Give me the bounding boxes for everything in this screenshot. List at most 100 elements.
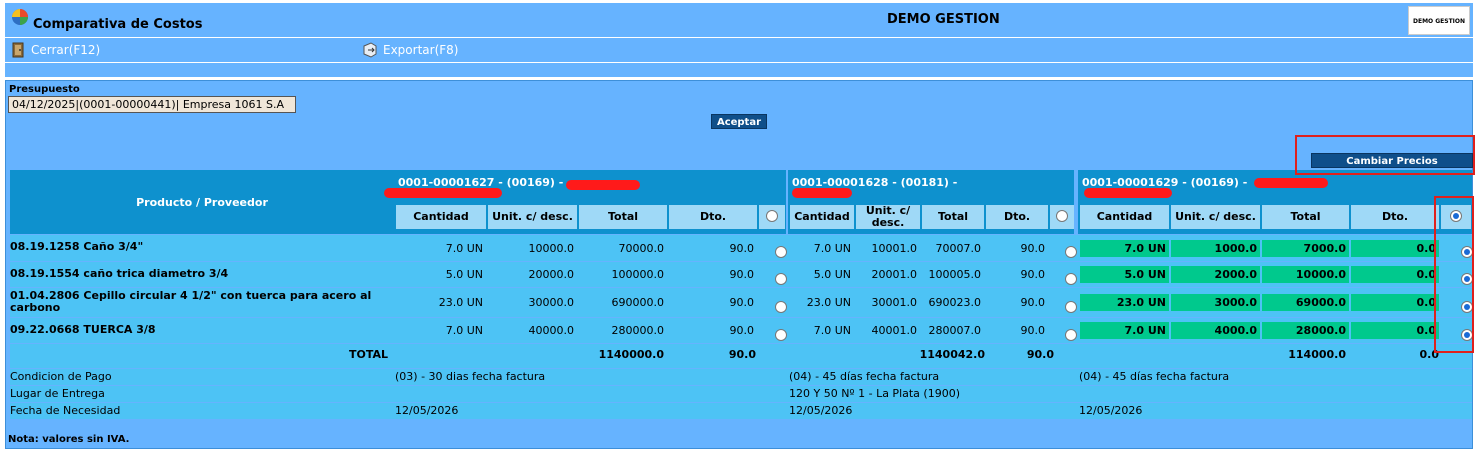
row-provider-radio[interactable] bbox=[1461, 246, 1473, 258]
provider-1-radio[interactable] bbox=[766, 210, 778, 222]
col-unit: Unit. c/ desc. bbox=[856, 205, 920, 229]
change-prices-button[interactable]: Cambiar Precios Presupuesto bbox=[1311, 153, 1473, 182]
row-provider-radio[interactable] bbox=[1461, 301, 1473, 313]
budget-select[interactable]: 04/12/2025|(0001-00000441)| Empresa 1061… bbox=[8, 96, 296, 113]
delivery-place-label: Lugar de Entrega bbox=[10, 387, 105, 400]
unit-price-cell: 4000.0 bbox=[1214, 324, 1257, 337]
unit-price-cell: 40000.0 bbox=[528, 324, 575, 337]
provider-3-radio[interactable] bbox=[1450, 210, 1462, 222]
col-dto: Dto. bbox=[669, 205, 757, 229]
row-provider-radio[interactable] bbox=[775, 301, 787, 313]
row-provider-radio[interactable] bbox=[1065, 329, 1077, 341]
provider-2-radio[interactable] bbox=[1056, 210, 1068, 222]
unit-price-cell: 30001.0 bbox=[871, 296, 918, 309]
redaction-mark bbox=[384, 188, 502, 198]
discount-cell: 0.0 bbox=[1416, 242, 1437, 255]
provider-2-delivery: 120 Y 50 Nº 1 - La Plata (1900) bbox=[789, 387, 960, 400]
provider-2-select-cell bbox=[1050, 205, 1074, 229]
provider-1-total-dto: 90.0 bbox=[728, 348, 756, 361]
row-provider-radio[interactable] bbox=[1461, 329, 1473, 341]
total-cell: 7000.0 bbox=[1303, 242, 1346, 255]
row-provider-radio[interactable] bbox=[775, 329, 787, 341]
total-cell: 70000.0 bbox=[618, 242, 665, 255]
total-cell: 100000.0 bbox=[611, 268, 665, 281]
col-dto: Dto. bbox=[986, 205, 1048, 229]
col-dto: Dto. bbox=[1351, 205, 1439, 229]
row-provider-radio[interactable] bbox=[775, 273, 787, 285]
provider-1-select-cell bbox=[759, 205, 785, 229]
unit-price-cell: 20000.0 bbox=[528, 268, 575, 281]
product-name: 08.19.1258 Caño 3/4" bbox=[10, 240, 144, 253]
toolbar: Cerrar(F12) Exportar(F8) bbox=[5, 38, 1473, 62]
total-cell: 690000.0 bbox=[611, 296, 665, 309]
provider-3-payment: (04) - 45 días fecha factura bbox=[1079, 370, 1230, 383]
unit-price-cell: 3000.0 bbox=[1214, 296, 1257, 309]
discount-cell: 90.0 bbox=[1020, 268, 1046, 281]
total-label: TOTAL bbox=[349, 348, 389, 361]
row-provider-radio[interactable] bbox=[1065, 246, 1077, 258]
redaction-mark bbox=[792, 188, 852, 198]
discount-cell: 90.0 bbox=[729, 242, 755, 255]
company-logo: DEMO GESTION bbox=[1408, 6, 1470, 35]
total-cell: 280000.0 bbox=[611, 324, 665, 337]
total-cell: 70007.0 bbox=[935, 242, 982, 255]
product-name: 01.04.2806 Cepillo circular 4 1/2" con t… bbox=[10, 289, 372, 314]
discount-cell: 90.0 bbox=[1020, 242, 1046, 255]
col-total: Total bbox=[579, 205, 667, 229]
provider-1-payment: (03) - 30 dias fecha factura bbox=[395, 370, 546, 383]
total-cell: 28000.0 bbox=[1295, 324, 1346, 337]
product-provider-header: Producto / Proveedor bbox=[10, 170, 394, 234]
quantity-cell: 7.0 UN bbox=[813, 242, 851, 255]
discount-cell: 90.0 bbox=[729, 268, 755, 281]
product-name: 08.19.1554 caño trica diametro 3/4 bbox=[10, 267, 229, 280]
quantity-cell: 23.0 UN bbox=[1116, 296, 1166, 309]
discount-cell: 0.0 bbox=[1416, 324, 1437, 337]
redaction-mark bbox=[1254, 178, 1328, 188]
provider-2-payment: (04) - 45 días fecha factura bbox=[789, 370, 940, 383]
payment-condition-label: Condicion de Pago bbox=[10, 370, 112, 383]
accept-button[interactable]: Aceptar bbox=[711, 114, 767, 129]
discount-cell: 90.0 bbox=[729, 296, 755, 309]
footer-row bbox=[10, 386, 1472, 402]
export-button-label: Exportar(F8) bbox=[383, 43, 459, 57]
company-title: DEMO GESTION bbox=[887, 12, 1000, 27]
row-provider-radio[interactable] bbox=[1461, 273, 1473, 285]
vat-note: Nota: valores sin IVA. bbox=[8, 434, 130, 445]
row-provider-radio[interactable] bbox=[1065, 301, 1077, 313]
quantity-cell: 5.0 UN bbox=[813, 268, 851, 281]
export-icon bbox=[363, 42, 377, 58]
close-button[interactable]: Cerrar(F12) bbox=[9, 41, 100, 59]
quantity-cell: 23.0 UN bbox=[806, 296, 851, 309]
unit-price-cell: 30000.0 bbox=[528, 296, 575, 309]
provider-3-total-dto: 0.0 bbox=[1419, 348, 1440, 361]
discount-cell: 0.0 bbox=[1416, 296, 1437, 309]
provider-2-need-date: 12/05/2026 bbox=[789, 404, 853, 417]
export-button[interactable]: Exportar(F8) bbox=[361, 41, 458, 59]
quantity-cell: 7.0 UN bbox=[813, 324, 851, 337]
budget-label: Presupuesto bbox=[9, 84, 80, 95]
unit-price-cell: 10000.0 bbox=[528, 242, 575, 255]
quantity-cell: 7.0 UN bbox=[1124, 242, 1166, 255]
provider-3-total: 114000.0 bbox=[1288, 348, 1346, 361]
redaction-mark bbox=[566, 180, 640, 190]
provider-1-total: 1140000.0 bbox=[598, 348, 664, 361]
title-bar: Comparativa de Costos DEMO GESTION DEMO … bbox=[5, 3, 1473, 37]
product-name: 09.22.0668 TUERCA 3/8 bbox=[10, 323, 156, 336]
row-provider-radio[interactable] bbox=[1065, 273, 1077, 285]
provider-2-total: 1140042.0 bbox=[919, 348, 985, 361]
provider-3-need-date: 12/05/2026 bbox=[1079, 404, 1143, 417]
quantity-cell: 7.0 UN bbox=[445, 242, 483, 255]
toolbar-separator bbox=[5, 63, 1473, 77]
app-title: Comparativa de Costos bbox=[33, 17, 203, 32]
close-button-label: Cerrar(F12) bbox=[31, 43, 101, 57]
col-cantidad: Cantidad bbox=[396, 205, 486, 229]
footer-row bbox=[10, 403, 1472, 419]
discount-cell: 90.0 bbox=[1020, 324, 1046, 337]
unit-price-cell: 1000.0 bbox=[1214, 242, 1257, 255]
comparison-panel: Presupuesto 04/12/2025|(0001-00000441)| … bbox=[5, 80, 1475, 449]
footer-row bbox=[10, 369, 1472, 385]
row-provider-radio[interactable] bbox=[775, 246, 787, 258]
unit-price-cell: 10001.0 bbox=[871, 242, 918, 255]
quantity-cell: 7.0 UN bbox=[445, 324, 483, 337]
door-icon bbox=[12, 42, 24, 58]
